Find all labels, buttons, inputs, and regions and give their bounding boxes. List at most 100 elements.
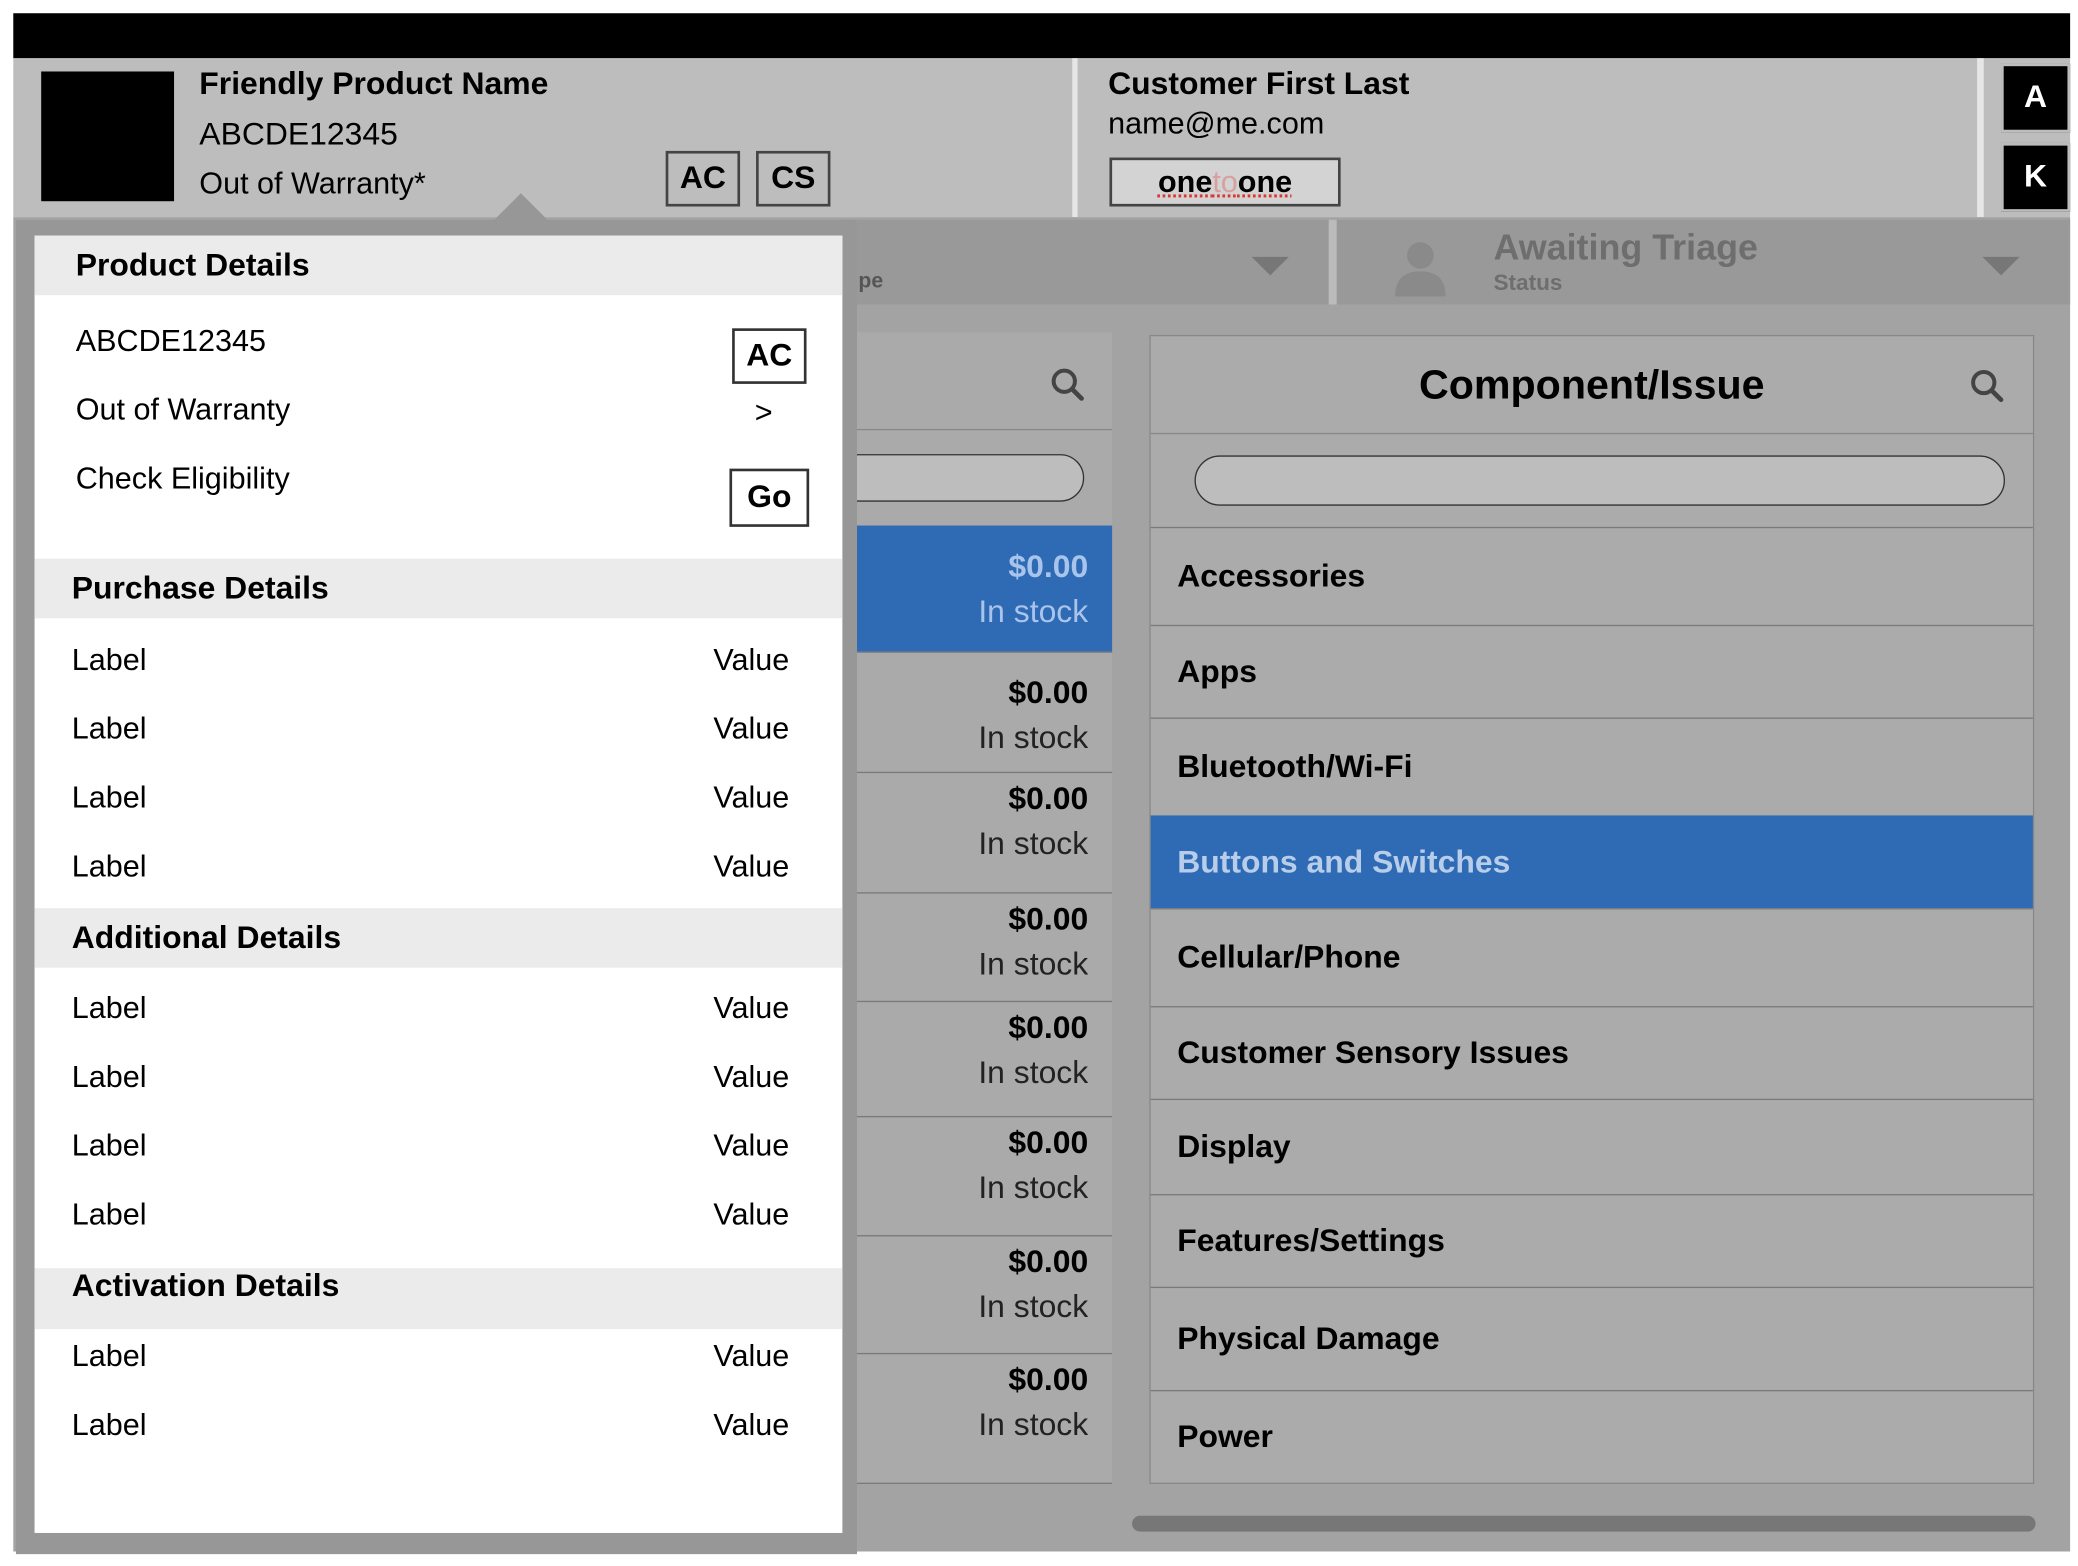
search-icon[interactable] <box>1969 368 2004 403</box>
detail-value: Value <box>713 1127 790 1163</box>
detail-value: Value <box>713 1196 790 1232</box>
customer-email: name@me.com <box>1108 105 1325 141</box>
detail-value: Value <box>713 1059 790 1094</box>
a-button[interactable]: A <box>2001 63 2071 133</box>
price-row[interactable]: $0.00 In stock <box>845 773 1113 894</box>
price-amount: $0.00 <box>1008 675 1089 711</box>
price-amount: $0.00 <box>1008 901 1089 938</box>
search-icon[interactable] <box>1050 367 1085 401</box>
component-item[interactable]: Power <box>1150 1389 2033 1483</box>
detail-value: Value <box>713 779 790 815</box>
k-button[interactable]: K <box>2001 142 2071 212</box>
detail-value: Value <box>713 990 790 1025</box>
product-details-panel: Product Details ABCDE12345 Out of Warran… <box>34 235 843 1533</box>
detail-value: Value <box>713 642 790 677</box>
product-details-header: Product Details <box>34 235 843 296</box>
header: Friendly Product Name ABCDE12345 Out of … <box>13 58 2071 218</box>
detail-label: Label <box>71 848 147 883</box>
component-item[interactable]: Display <box>1150 1098 2033 1194</box>
stock-status: In stock <box>978 1407 1089 1443</box>
person-icon <box>1395 242 1446 297</box>
detail-label: Label <box>71 1059 147 1094</box>
onetoone-button[interactable]: one to one <box>1109 157 1341 207</box>
popover-ac-button[interactable]: AC <box>732 328 807 384</box>
chevron-down-icon[interactable] <box>1251 256 1289 276</box>
detail-value: Value <box>713 710 790 746</box>
detail-label: Label <box>71 1196 147 1232</box>
customer-name: Customer First Last <box>1108 66 1410 102</box>
detail-value: Value <box>713 1338 790 1373</box>
detail-value: Value <box>713 1407 790 1442</box>
detail-label: Label <box>71 779 147 815</box>
price-amount: $0.00 <box>1008 1010 1089 1046</box>
component-search-input[interactable] <box>1194 455 2006 506</box>
component-item[interactable]: Bluetooth/Wi-Fi <box>1150 717 2033 815</box>
product-serial: ABCDE12345 <box>199 116 398 153</box>
stock-status: In stock <box>978 1289 1089 1326</box>
go-button[interactable]: Go <box>729 468 810 527</box>
component-item[interactable]: Features/Settings <box>1150 1194 2033 1287</box>
activation-details-header: Activation Details <box>34 1268 843 1330</box>
component-item[interactable]: Buttons and Switches <box>1150 815 2033 909</box>
type-label: pe <box>858 270 884 293</box>
cs-button[interactable]: CS <box>756 150 831 207</box>
filter-divider <box>1328 219 1337 305</box>
header-divider <box>1072 58 1078 218</box>
app-window: Friendly Product Name ABCDE12345 Out of … <box>0 0 2078 1566</box>
component-item[interactable]: Customer Sensory Issues <box>1150 1006 2033 1099</box>
component-title: Component/Issue <box>1150 336 2033 435</box>
detail-label: Label <box>71 1338 147 1373</box>
header-right-divider <box>1977 58 1984 218</box>
additional-details-header: Additional Details <box>34 908 843 968</box>
purchase-details-header: Purchase Details <box>34 558 843 619</box>
detail-label: Label <box>71 990 147 1025</box>
component-item[interactable]: Cellular/Phone <box>1150 908 2033 1006</box>
component-issue-list: Component/Issue Accessories Apps Bluetooth… <box>1149 334 2035 1484</box>
popover-warranty: Out of Warranty <box>75 391 291 427</box>
product-name: Friendly Product Name <box>199 66 549 102</box>
detail-value: Value <box>713 848 790 883</box>
price-row[interactable]: $0.00 In stock <box>845 1117 1113 1237</box>
stock-status: In stock <box>978 946 1089 983</box>
price-amount: $0.00 <box>1008 1362 1089 1398</box>
onetoone-one: one <box>1157 164 1213 199</box>
stock-status: In stock <box>978 720 1089 756</box>
price-row[interactable]: $0.00 In stock <box>845 667 1113 774</box>
detail-label: Label <box>71 710 147 746</box>
stock-status: In stock <box>978 1170 1089 1206</box>
onetoone-one-2: one <box>1237 164 1293 199</box>
product-warranty[interactable]: Out of Warranty* <box>199 165 425 201</box>
component-item[interactable]: Physical Damage <box>1150 1286 2033 1390</box>
price-row[interactable]: $0.00 In stock <box>845 1354 1113 1484</box>
detail-label: Label <box>71 1407 147 1442</box>
check-eligibility-label: Check Eligibility <box>75 460 290 496</box>
popover-serial: ABCDE12345 <box>75 323 267 358</box>
price-row[interactable]: $0.00 In stock <box>845 1236 1113 1355</box>
filter-bar: pe Awaiting Triage Status <box>845 219 2071 305</box>
price-row[interactable]: $0.00 In stock <box>845 1002 1113 1118</box>
price-row[interactable]: $0.00 In stock <box>845 894 1113 1003</box>
component-item[interactable]: Accessories <box>1150 526 2033 625</box>
onetoone-to: to <box>1212 164 1238 199</box>
status-value[interactable]: Awaiting Triage <box>1493 228 1757 269</box>
chevron-down-icon[interactable] <box>1982 256 2020 276</box>
stock-status: In stock <box>978 1055 1089 1091</box>
price-amount: $0.00 <box>1008 1125 1089 1161</box>
status-label: Status <box>1493 270 1563 296</box>
price-list: $0.00 In stock $0.00 In stock $0.00 In stock $… <box>791 332 1113 1484</box>
price-amount: $0.00 <box>1008 549 1089 586</box>
stock-status: In stock <box>978 826 1089 862</box>
product-thumbnail <box>41 71 175 202</box>
price-amount: $0.00 <box>1008 1244 1089 1281</box>
price-search-header <box>845 332 1113 431</box>
stock-status: In stock <box>978 594 1089 631</box>
ac-button[interactable]: AC <box>665 150 741 207</box>
top-black-bar <box>13 13 2071 59</box>
detail-label: Label <box>71 1127 147 1163</box>
component-item[interactable]: Apps <box>1150 624 2033 718</box>
detail-label: Label <box>71 642 147 677</box>
chevron-right-icon[interactable]: > <box>755 394 773 430</box>
popover-arrow <box>494 193 548 220</box>
horizontal-scrollbar[interactable] <box>1132 1515 2036 1532</box>
price-row[interactable]: $0.00 In stock <box>845 525 1113 653</box>
